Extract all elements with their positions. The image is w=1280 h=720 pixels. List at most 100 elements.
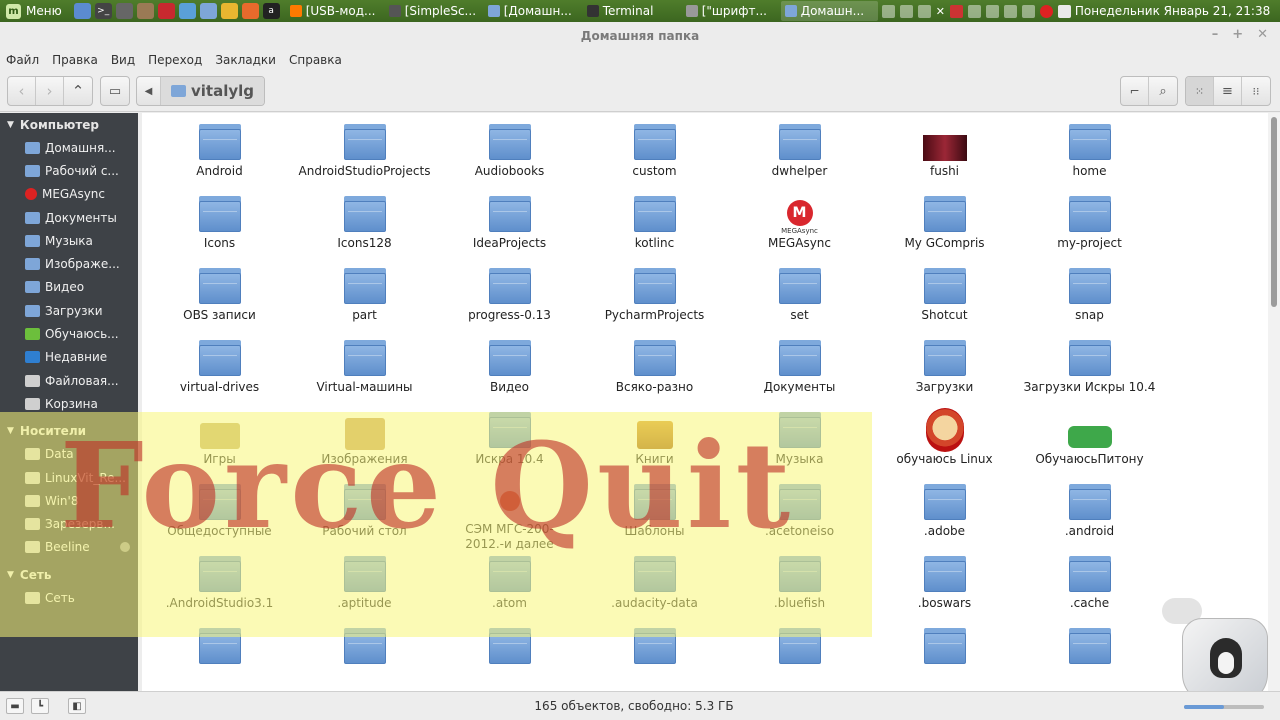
- file-item[interactable]: .acetoneiso: [727, 480, 872, 552]
- file-item[interactable]: progress-0.13: [437, 264, 582, 336]
- file-item[interactable]: virtual-drives: [147, 336, 292, 408]
- show-desktop-icon[interactable]: [73, 3, 91, 19]
- back-button[interactable]: ‹: [8, 77, 36, 105]
- main-menu-button[interactable]: m Меню: [0, 0, 70, 22]
- scrollbar-thumb[interactable]: [1271, 117, 1277, 307]
- file-item[interactable]: Общедоступные: [147, 480, 292, 552]
- close-icon[interactable]: ✕: [936, 5, 945, 18]
- file-item[interactable]: .aptitude: [292, 552, 437, 624]
- file-item[interactable]: Shotcut: [872, 264, 1017, 336]
- sidebar-item[interactable]: MEGAsync: [0, 183, 138, 206]
- file-item[interactable]: .boswars: [872, 552, 1017, 624]
- record-icon[interactable]: [1039, 4, 1053, 18]
- tray-clipboard-icon[interactable]: [917, 4, 931, 18]
- file-item[interactable]: fushi: [872, 120, 1017, 192]
- sidebar-item[interactable]: Видео: [0, 276, 138, 299]
- parent-folder-button[interactable]: ⌃: [64, 77, 92, 105]
- sidebar-item[interactable]: Beeline: [0, 536, 138, 559]
- path-scroll-left-button[interactable]: ◀: [137, 77, 161, 105]
- sidebar-section-header[interactable]: ▼ Компьютер: [0, 113, 138, 136]
- file-item[interactable]: .audacity-data: [582, 552, 727, 624]
- firefox-launcher-icon[interactable]: [241, 3, 259, 19]
- file-item[interactable]: Icons: [147, 192, 292, 264]
- sidebar-item[interactable]: Сеть: [0, 586, 138, 609]
- path-segment-home[interactable]: vitalylg: [161, 77, 265, 105]
- chrome-launcher-icon[interactable]: [220, 3, 238, 19]
- file-item[interactable]: Видео: [437, 336, 582, 408]
- file-item[interactable]: snap: [1017, 264, 1162, 336]
- menu-edit[interactable]: Правка: [52, 53, 98, 67]
- tray-volume-icon[interactable]: [1003, 4, 1017, 18]
- terminal-launcher-icon[interactable]: >_: [94, 3, 112, 19]
- sidebar-item[interactable]: Файловая...: [0, 369, 138, 392]
- file-item[interactable]: Документы: [727, 336, 872, 408]
- taskbar-item[interactable]: ["шрифт...: [682, 1, 779, 21]
- file-item[interactable]: Музыка: [727, 408, 872, 480]
- menu-view[interactable]: Вид: [111, 53, 135, 67]
- file-item[interactable]: .adobe: [872, 480, 1017, 552]
- menu-file[interactable]: Файл: [6, 53, 39, 67]
- tray-user-icon[interactable]: [899, 4, 913, 18]
- file-item[interactable]: .bluefish: [727, 552, 872, 624]
- file-item[interactable]: Virtual-машины: [292, 336, 437, 408]
- file-item[interactable]: [292, 624, 437, 691]
- sidebar-item[interactable]: Зарезерв...: [0, 512, 138, 535]
- file-item[interactable]: Загрузки: [872, 336, 1017, 408]
- file-item[interactable]: Искра 10.4: [437, 408, 582, 480]
- tray-person-icon[interactable]: [985, 4, 999, 18]
- list-view-button[interactable]: ≡: [1214, 77, 1242, 105]
- file-item[interactable]: part: [292, 264, 437, 336]
- sidebar-item[interactable]: Изображе...: [0, 252, 138, 275]
- keyboard-layout-flag-icon[interactable]: [949, 4, 963, 18]
- file-item[interactable]: [147, 624, 292, 691]
- file-item[interactable]: my-project: [1017, 192, 1162, 264]
- taskbar-item[interactable]: Terminal: [583, 1, 680, 21]
- close-window-icon[interactable]: ✕: [1257, 27, 1268, 42]
- sidebar-item[interactable]: Обучаюсь...: [0, 322, 138, 345]
- file-item[interactable]: dwhelper: [727, 120, 872, 192]
- file-item[interactable]: СЭМ МГС-200-2012.-и далее: [437, 480, 582, 552]
- file-item[interactable]: IdeaProjects: [437, 192, 582, 264]
- file-item[interactable]: обучаюсь Linux: [872, 408, 1017, 480]
- file-item[interactable]: kotlinc: [582, 192, 727, 264]
- sidebar-item[interactable]: Рабочий с...: [0, 159, 138, 182]
- file-item[interactable]: M MEGAsync MEGAsync: [727, 192, 872, 264]
- file-item[interactable]: custom: [582, 120, 727, 192]
- file-item[interactable]: [582, 624, 727, 691]
- settings-launcher-icon[interactable]: [178, 3, 196, 19]
- app-launcher-icon[interactable]: [136, 3, 154, 19]
- file-item[interactable]: .atom: [437, 552, 582, 624]
- sidebar-item[interactable]: Недавние: [0, 346, 138, 369]
- file-item[interactable]: Загрузки Искры 10.4: [1017, 336, 1162, 408]
- file-view[interactable]: Android AndroidStudioProjects Audiobooks cu…: [142, 113, 1268, 691]
- taskbar-item[interactable]: Домашн...: [780, 1, 878, 21]
- icon-view-button[interactable]: ⁙: [1186, 77, 1214, 105]
- maximize-icon[interactable]: +: [1232, 27, 1243, 42]
- sidebar-section-header[interactable]: ▼ Носители: [0, 420, 138, 443]
- file-item[interactable]: ОбучаюсьПитону: [1017, 408, 1162, 480]
- toggle-location-button[interactable]: ▭: [101, 77, 129, 105]
- taskbar-item[interactable]: [USB-мод...: [286, 1, 383, 21]
- file-item[interactable]: Всяко-разно: [582, 336, 727, 408]
- file-item[interactable]: AndroidStudioProjects: [292, 120, 437, 192]
- file-item[interactable]: .cache: [1017, 552, 1162, 624]
- tray-brightness-icon[interactable]: [1021, 4, 1035, 18]
- file-item[interactable]: home: [1017, 120, 1162, 192]
- sidebar-item[interactable]: LinuxVit_Re...: [0, 466, 138, 489]
- file-item[interactable]: Icons128: [292, 192, 437, 264]
- forward-button[interactable]: ›: [36, 77, 64, 105]
- cherry-launcher-icon[interactable]: [157, 3, 175, 19]
- sidebar-section-header[interactable]: ▼ Сеть: [0, 563, 138, 586]
- file-item[interactable]: PycharmProjects: [582, 264, 727, 336]
- tray-app-icon[interactable]: [881, 4, 895, 18]
- sidebar-item[interactable]: Корзина: [0, 392, 138, 415]
- files-launcher-icon[interactable]: [199, 3, 217, 19]
- file-item[interactable]: Android: [147, 120, 292, 192]
- open-terminal-button[interactable]: ⌐: [1121, 77, 1149, 105]
- taskbar-item[interactable]: [SimpleSc...: [385, 1, 482, 21]
- clock[interactable]: Понедельник Январь 21, 21:38: [1075, 4, 1270, 18]
- file-item[interactable]: set: [727, 264, 872, 336]
- file-item[interactable]: [1017, 624, 1162, 691]
- sidebar-item[interactable]: Data: [0, 443, 138, 466]
- sidebar-item[interactable]: Win'8: [0, 489, 138, 512]
